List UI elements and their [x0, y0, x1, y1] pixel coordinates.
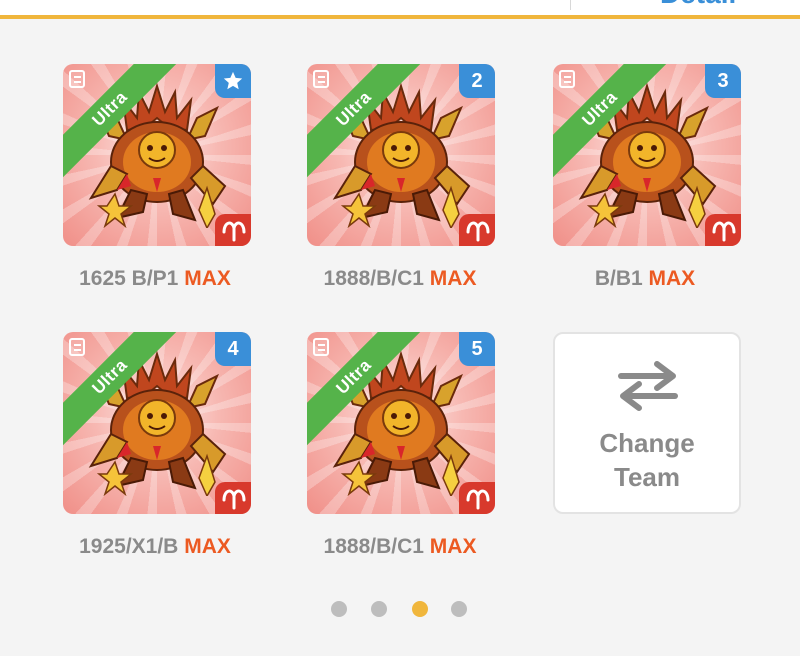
level-max: MAX [184, 267, 231, 290]
monster-card-4[interactable]: Ultra 4 [63, 332, 251, 514]
top-bar: Detail [0, 0, 800, 19]
aries-sign-badge [215, 482, 251, 514]
info-document-icon[interactable] [313, 70, 329, 88]
page-dot-4[interactable] [451, 601, 467, 617]
monster-name: 1625 B/P1 [79, 267, 179, 290]
aries-icon [222, 221, 246, 242]
info-document-icon[interactable] [69, 70, 85, 88]
monster-card-5[interactable]: Ultra 5 [307, 332, 495, 514]
monster-name: 1888/B/C1 [323, 267, 424, 290]
aries-sign-badge [459, 482, 495, 514]
aries-sign-badge [215, 214, 251, 246]
aries-icon [712, 221, 736, 242]
page-dot-3[interactable] [412, 601, 428, 617]
aries-icon [222, 489, 246, 510]
page-dot-2[interactable] [371, 601, 387, 617]
info-document-icon[interactable] [69, 338, 85, 356]
monster-label-2: 1888/B/C1 MAX [270, 266, 530, 292]
level-max: MAX [429, 267, 477, 290]
monster-card-1[interactable]: Ultra [63, 64, 251, 246]
swap-arrows-icon [618, 361, 678, 411]
monster-card-3[interactable]: Ultra 3 [553, 64, 741, 246]
change-team-label: Change Team [599, 428, 695, 492]
aries-sign-badge [459, 214, 495, 246]
monster-label-4: 1925/X1/B MAX [25, 534, 285, 560]
monster-label-3: B/B1 MAX [515, 266, 775, 292]
detail-tab[interactable]: Detail [660, 0, 736, 8]
aries-sign-badge [705, 214, 741, 246]
slot-number-badge: 2 [459, 64, 495, 98]
level-max: MAX [184, 535, 231, 558]
monster-name: B/B1 [594, 267, 643, 290]
change-team-button[interactable]: Change Team [553, 332, 741, 514]
tab-divider [570, 0, 571, 10]
monster-label-1: 1625 B/P1 MAX [25, 266, 285, 292]
info-document-icon[interactable] [313, 338, 329, 356]
slot-number-badge: 3 [705, 64, 741, 98]
monster-name: 1925/X1/B [79, 535, 179, 558]
aries-icon [466, 221, 490, 242]
monster-label-5: 1888/B/C1 MAX [270, 534, 530, 560]
leader-star-badge [215, 64, 251, 98]
monster-card-2[interactable]: Ultra 2 [307, 64, 495, 246]
info-document-icon[interactable] [559, 70, 575, 88]
slot-number-badge: 4 [215, 332, 251, 366]
level-max: MAX [648, 267, 696, 290]
page-dot-1[interactable] [331, 601, 347, 617]
level-max: MAX [429, 535, 477, 558]
aries-icon [466, 489, 490, 510]
monster-name: 1888/B/C1 [323, 535, 424, 558]
slot-number-badge: 5 [459, 332, 495, 366]
star-icon [223, 71, 243, 90]
